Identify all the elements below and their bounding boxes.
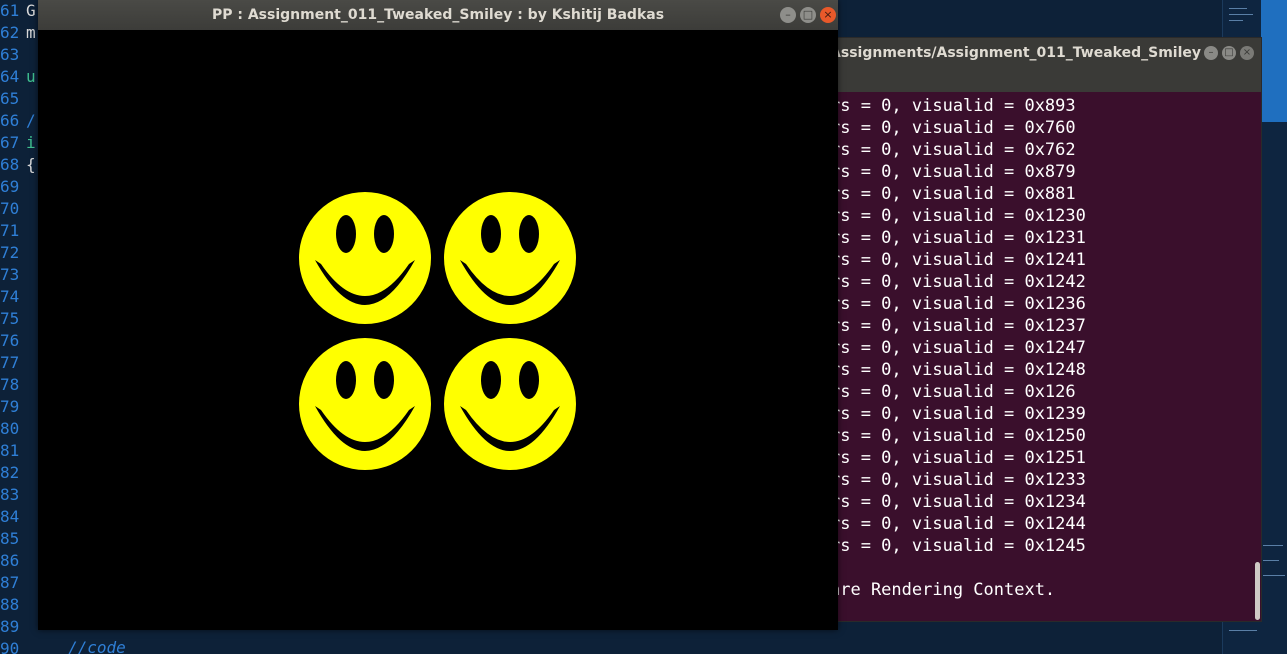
opengl-titlebar[interactable]: PP : Assignment_011_Tweaked_Smiley : by … xyxy=(38,0,838,30)
line-number: 89 xyxy=(0,617,20,636)
smiley-eye xyxy=(519,361,539,399)
line-number: 85 xyxy=(0,529,20,548)
terminal-scrollbar[interactable] xyxy=(1252,92,1262,623)
smiley-eye xyxy=(519,215,539,253)
code-line-64: u xyxy=(26,67,36,86)
smiley-face xyxy=(444,192,576,324)
terminal-line-text: rs = 0, visualid = 0x1247 xyxy=(830,338,1086,358)
code-line-66: / xyxy=(26,111,36,130)
line-number: 65 xyxy=(0,89,20,108)
line-number: 63 xyxy=(0,45,20,64)
smiley-eye xyxy=(374,361,394,399)
smiley-face xyxy=(299,338,431,470)
opengl-minimize-button[interactable]: – xyxy=(780,7,796,23)
minimap-line xyxy=(1229,8,1247,9)
terminal-line-text: rs = 0, visualid = 0x1233 xyxy=(830,470,1086,490)
line-number: 78 xyxy=(0,375,20,394)
smiley-eye xyxy=(336,215,356,253)
smiley-eye xyxy=(336,361,356,399)
line-number: 70 xyxy=(0,199,20,218)
opengl-window-title: PP : Assignment_011_Tweaked_Smiley : by … xyxy=(211,7,665,23)
terminal-line-text: rs = 0, visualid = 0x762 xyxy=(830,140,1076,160)
terminal-line-text: are Rendering Context. xyxy=(830,580,1056,600)
terminal-line-text: rs = 0, visualid = 0x1241 xyxy=(830,250,1086,270)
terminal-line-text: rs = 0, visualid = 0x881 xyxy=(830,184,1076,204)
terminal-line-text: rs = 0, visualid = 0x1245 xyxy=(830,536,1086,556)
line-number: 80 xyxy=(0,419,20,438)
editor-gutter: 61 62 63 64 65 66 67 68 69 70 71 72 73 74 75 76 77 78 79 80… xyxy=(0,0,24,654)
line-number: 67 xyxy=(0,133,20,152)
minimap-viewport-highlight[interactable] xyxy=(1261,0,1287,122)
line-number: 66 xyxy=(0,111,20,130)
terminal-line-text: rs = 0, visualid = 0x126 xyxy=(830,382,1076,402)
opengl-close-button[interactable]: × xyxy=(820,7,836,23)
opengl-window[interactable]: PP : Assignment_011_Tweaked_Smiley : by … xyxy=(38,0,838,630)
opengl-canvas[interactable] xyxy=(38,30,838,630)
code-line-62: m xyxy=(26,23,36,42)
terminal-maximize-button[interactable]: □ xyxy=(1222,46,1236,60)
terminal-line-text: rs = 0, visualid = 0x1244 xyxy=(830,514,1086,534)
terminal-line-text: rs = 0, visualid = 0x1248 xyxy=(830,360,1086,380)
line-number: 82 xyxy=(0,463,20,482)
line-number: 62 xyxy=(0,23,20,42)
terminal-line-text: rs = 0, visualid = 0x879 xyxy=(830,162,1076,182)
terminal-line-text: rs = 0, visualid = 0x893 xyxy=(830,96,1076,116)
code-line-67: i xyxy=(26,133,36,152)
code-comment: //code xyxy=(68,638,126,654)
terminal-line-text: rs = 0, visualid = 0x1237 xyxy=(830,316,1086,336)
terminal-line-text: rs = 0, visualid = 0x1236 xyxy=(830,294,1086,314)
line-number: 76 xyxy=(0,331,20,350)
code-line-68: { xyxy=(26,155,36,174)
line-number: 86 xyxy=(0,551,20,570)
line-number: 71 xyxy=(0,221,20,240)
line-number: 69 xyxy=(0,177,20,196)
smiley-face xyxy=(444,338,576,470)
line-number: 87 xyxy=(0,573,20,592)
minimap-line xyxy=(1229,14,1253,15)
terminal-line-text: rs = 0, visualid = 0x760 xyxy=(830,118,1076,138)
opengl-maximize-button[interactable]: □ xyxy=(800,7,816,23)
line-number: 72 xyxy=(0,243,20,262)
line-number: 81 xyxy=(0,441,20,460)
line-number: 73 xyxy=(0,265,20,284)
smiley-face xyxy=(299,192,431,324)
minimap-line xyxy=(1263,560,1279,561)
line-number: 90 xyxy=(0,639,20,654)
line-number: 64 xyxy=(0,67,20,86)
minimap-line xyxy=(1229,20,1243,21)
desktop: 61 62 63 64 65 66 67 68 69 70 71 72 73 74 75 76 77 78 79 80… xyxy=(0,0,1287,654)
terminal-line-text: rs = 0, visualid = 0x1234 xyxy=(830,492,1086,512)
smiley-eye xyxy=(481,215,501,253)
line-number: 84 xyxy=(0,507,20,526)
minimap-line xyxy=(1263,545,1283,546)
line-number: 83 xyxy=(0,485,20,504)
minimap-line xyxy=(1263,575,1285,576)
terminal-close-button[interactable]: × xyxy=(1240,46,1254,60)
line-number: 61 xyxy=(0,1,20,20)
terminal-scrollbar-thumb[interactable] xyxy=(1255,562,1260,620)
line-number: 75 xyxy=(0,309,20,328)
line-number: 68 xyxy=(0,155,20,174)
terminal-line-text: rs = 0, visualid = 0x1251 xyxy=(830,448,1086,468)
minimap-line xyxy=(1229,630,1257,631)
code-line-61: G xyxy=(26,1,36,20)
line-number: 88 xyxy=(0,595,20,614)
terminal-line-text: rs = 0, visualid = 0x1231 xyxy=(830,228,1086,248)
line-number: 74 xyxy=(0,287,20,306)
line-number: 79 xyxy=(0,397,20,416)
line-number: 77 xyxy=(0,353,20,372)
terminal-line-text: rs = 0, visualid = 0x1230 xyxy=(830,206,1086,226)
smiley-eye xyxy=(374,215,394,253)
terminal-line-text: rs = 0, visualid = 0x1239 xyxy=(830,404,1086,424)
smiley-eye xyxy=(481,361,501,399)
terminal-line-text: rs = 0, visualid = 0x1242 xyxy=(830,272,1086,292)
terminal-line-text: rs = 0, visualid = 0x1250 xyxy=(830,426,1086,446)
terminal-minimize-button[interactable]: – xyxy=(1204,46,1218,60)
